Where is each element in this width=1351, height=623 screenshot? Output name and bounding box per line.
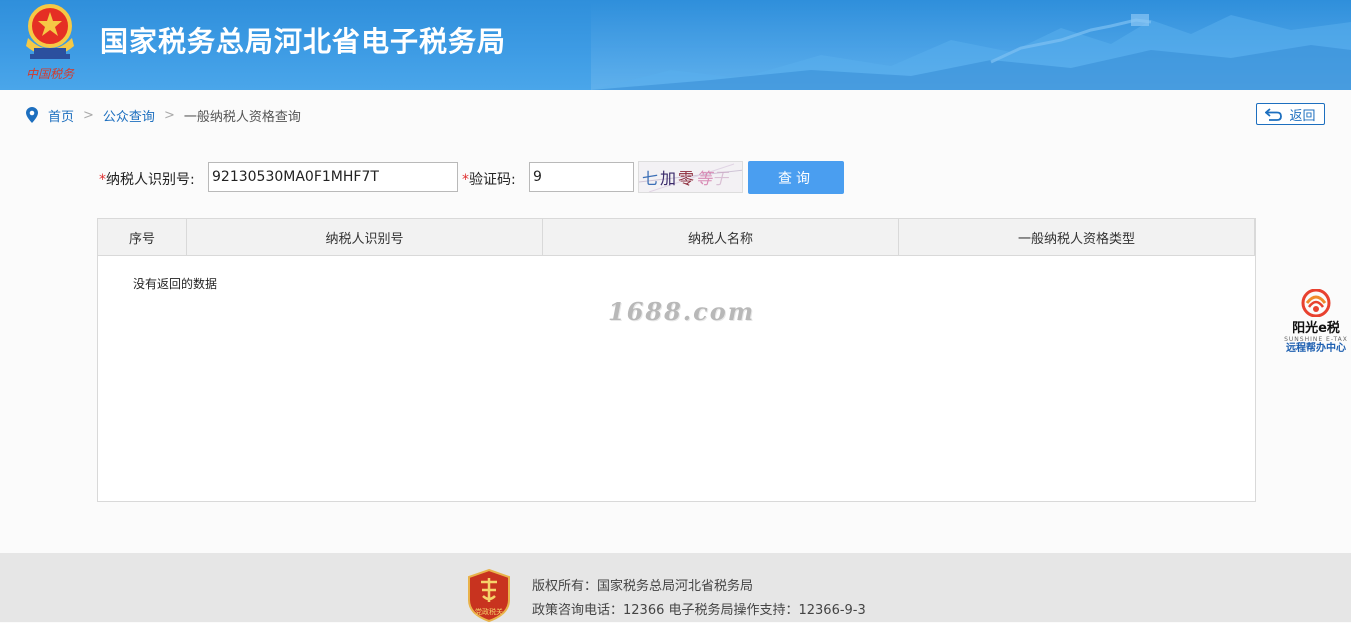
site-header: 中国税务 国家税务总局河北省电子税务局 (0, 0, 1351, 90)
widget-subtitle: SUNSHINE E-TAX (1284, 336, 1348, 343)
sunshine-etax-logo-icon (1301, 288, 1331, 318)
party-badge-icon: 党政税关 (468, 568, 510, 622)
widget-caption: 远程帮办中心 (1286, 343, 1346, 354)
results-table: 序号 纳税人识别号 纳税人名称 一般纳税人资格类型 没有返回的数据 1688.c… (97, 218, 1256, 502)
query-button[interactable]: 查询 (748, 161, 844, 194)
captcha-label: *验证码: (462, 169, 516, 189)
table-header: 序号 纳税人识别号 纳税人名称 一般纳税人资格类型 (98, 219, 1255, 256)
breadcrumb-public-query-link[interactable]: 公众查询 (103, 106, 155, 125)
footer-contact: 政策咨询电话：12366 电子税务局操作支持：12366-9-3 (532, 603, 866, 618)
return-icon (1265, 107, 1283, 121)
great-wall-illustration (591, 14, 1351, 90)
captcha-char: 七 (642, 169, 658, 188)
footer-copyright: 版权所有：国家税务总局河北省税务局 (532, 579, 754, 594)
footer-text: 版权所有：国家税务总局河北省税务局 政策咨询电话：12366 电子税务局操作支持… (532, 575, 866, 623)
site-title: 国家税务总局河北省电子税务局 (100, 25, 507, 58)
captcha-label-text: 验证码: (469, 172, 516, 188)
taxpayer-id-label: *纳税人识别号: (99, 169, 195, 189)
column-header: 一般纳税人资格类型 (899, 219, 1255, 255)
breadcrumb-home-link[interactable]: 首页 (48, 106, 74, 125)
taxpayer-id-label-text: 纳税人识别号: (106, 172, 195, 188)
column-header: 纳税人名称 (543, 219, 899, 255)
logo-caption: 中国税务 (26, 67, 75, 81)
captcha-input[interactable]: 9 (529, 162, 634, 192)
back-button[interactable]: 返回 (1256, 103, 1325, 125)
badge-text: 党政税关 (475, 607, 503, 616)
column-header: 序号 (98, 219, 187, 255)
captcha-char: 零 (678, 169, 694, 188)
captcha-char: 于 (712, 169, 730, 188)
watermark: 1688.com (608, 297, 756, 326)
breadcrumb-separator: > (83, 107, 94, 123)
empty-message: 没有返回的数据 (133, 277, 218, 291)
captcha-image-text: 七加零等于 (642, 169, 730, 188)
column-header: 纳税人识别号 (187, 219, 543, 255)
taxpayer-id-input[interactable]: 92130530MA0F1MHF7T (208, 162, 458, 192)
captcha-char: 加 (660, 169, 676, 188)
widget-title: 阳光e税 (1292, 321, 1340, 336)
breadcrumb-current: 一般纳税人资格查询 (183, 109, 301, 125)
required-mark: * (462, 172, 469, 188)
required-mark: * (99, 172, 106, 188)
site-footer: 党政税关 版权所有：国家税务总局河北省税务局 政策咨询电话：12366 电子税务… (0, 553, 1351, 622)
breadcrumb-separator: > (163, 107, 175, 123)
captcha-image[interactable]: 七加零等于 (638, 161, 743, 193)
remote-help-widget[interactable]: 阳光e税 SUNSHINE E-TAX 远程帮办中心 (1284, 288, 1348, 355)
breadcrumb: 首页 > 公众查询 > 一般纳税人资格查询 (26, 104, 301, 126)
tax-emblem-logo: 中国税务 (26, 4, 75, 81)
location-pin-icon (26, 107, 38, 123)
back-button-label: 返回 (1289, 108, 1316, 124)
